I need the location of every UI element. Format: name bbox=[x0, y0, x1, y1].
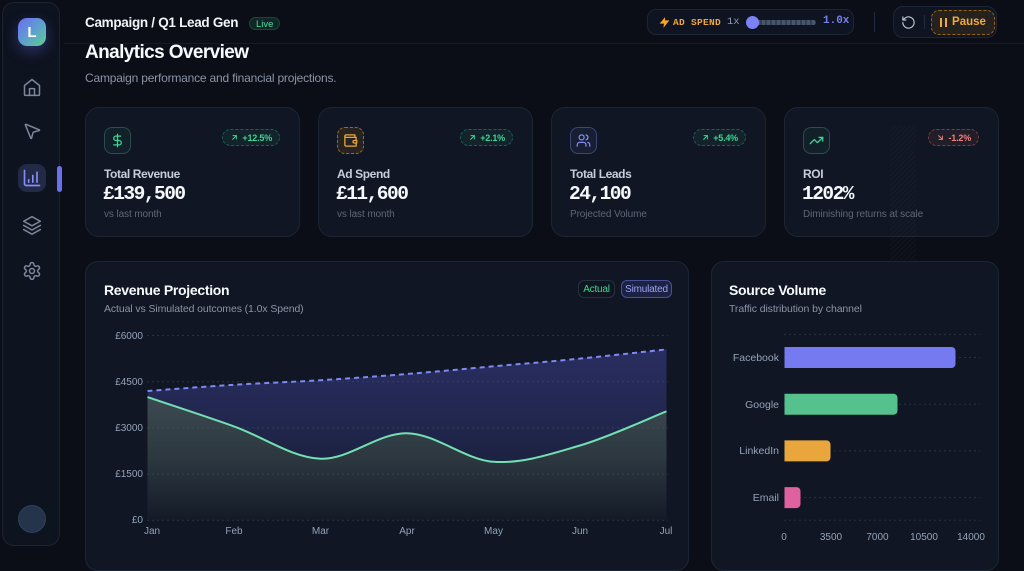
svg-text:Apr: Apr bbox=[399, 526, 415, 537]
svg-text:Email: Email bbox=[753, 492, 779, 504]
svg-text:£6000: £6000 bbox=[115, 331, 143, 342]
svg-text:Feb: Feb bbox=[225, 526, 243, 537]
svg-text:7000: 7000 bbox=[866, 532, 889, 543]
svg-text:Google: Google bbox=[745, 399, 779, 411]
svg-text:Facebook: Facebook bbox=[733, 352, 780, 364]
svg-text:£3000: £3000 bbox=[115, 423, 143, 434]
svg-text:£0: £0 bbox=[132, 515, 144, 526]
svg-text:LinkedIn: LinkedIn bbox=[739, 445, 779, 457]
svg-text:May: May bbox=[484, 526, 503, 537]
svg-text:Jun: Jun bbox=[572, 526, 588, 537]
svg-text:Jul: Jul bbox=[660, 526, 673, 537]
svg-text:3500: 3500 bbox=[820, 532, 843, 543]
svg-text:0: 0 bbox=[781, 532, 787, 543]
svg-text:Mar: Mar bbox=[312, 526, 330, 537]
svg-text:£4500: £4500 bbox=[115, 377, 143, 388]
svg-text:Jan: Jan bbox=[144, 526, 160, 537]
svg-text:14000: 14000 bbox=[957, 532, 985, 543]
svg-text:10500: 10500 bbox=[910, 532, 938, 543]
svg-text:£1500: £1500 bbox=[115, 469, 143, 480]
